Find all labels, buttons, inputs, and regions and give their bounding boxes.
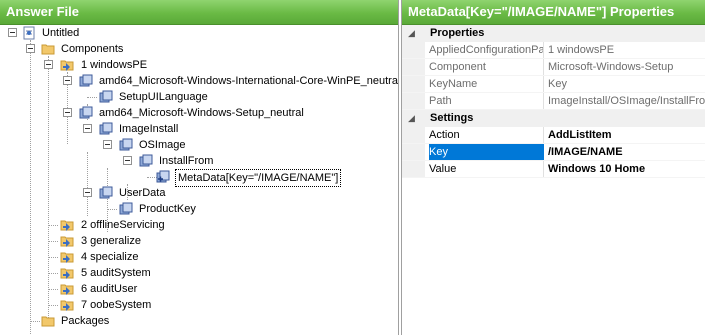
property-value[interactable]: AddListItem	[548, 127, 705, 143]
pass-folder-icon	[60, 220, 74, 231]
properties-pane: MetaData[Key="/IMAGE/NAME"] Properties ◢…	[401, 0, 705, 335]
property-row[interactable]: Path ImageInstall/OSImage/InstallFrom	[402, 93, 705, 110]
tree-node-label: SetupUILanguage	[119, 91, 208, 103]
property-row[interactable]: Component Microsoft-Windows-Setup	[402, 59, 705, 76]
answer-file-title: Answer File	[0, 0, 398, 25]
tree-node-label: InstallFrom	[159, 155, 214, 167]
pass-folder-icon	[60, 252, 74, 263]
property-row-action[interactable]: Action AddListItem	[402, 127, 705, 144]
property-key: Key	[429, 144, 544, 160]
pass-folder-icon	[60, 60, 74, 71]
tree-node-label: UserData	[119, 187, 166, 199]
setting-icon	[139, 154, 153, 167]
setting-icon	[119, 202, 133, 215]
category-properties[interactable]: ◢ Properties	[402, 25, 705, 42]
category-settings[interactable]: ◢ Settings	[402, 110, 705, 127]
row-gutter	[402, 161, 425, 177]
pass-folder-icon	[60, 300, 74, 311]
tree-node-label: 2 offlineServicing	[81, 219, 165, 231]
tree-line	[48, 225, 58, 226]
row-gutter	[402, 144, 425, 160]
collapse-triangle-icon[interactable]: ◢	[408, 110, 415, 126]
property-key: AppliedConfigurationPass	[429, 42, 544, 58]
tree-line	[48, 257, 58, 258]
tree-line	[48, 305, 58, 306]
property-value: Key	[548, 78, 567, 90]
row-gutter	[402, 127, 425, 143]
property-value[interactable]: Windows 10 Home	[548, 161, 705, 177]
tree-line	[107, 209, 117, 210]
collapse-icon[interactable]	[83, 124, 92, 133]
property-row-key[interactable]: Key /IMAGE/NAME	[402, 144, 705, 161]
tree-node-label: ImageInstall	[119, 123, 179, 135]
tree-node-label: Untitled	[42, 27, 80, 39]
row-gutter	[402, 76, 425, 92]
collapse-icon[interactable]	[123, 156, 132, 165]
setting-icon	[99, 186, 113, 199]
tree-node-label: 3 generalize	[81, 235, 141, 247]
property-value: 1 windowsPE	[548, 44, 615, 56]
property-key: Component	[429, 59, 544, 75]
property-key: KeyName	[429, 76, 544, 92]
tree-line	[48, 273, 58, 274]
category-label: Properties	[430, 27, 485, 39]
tree-node-label: 5 auditSystem	[81, 267, 151, 279]
property-value: ImageInstall/OSImage/InstallFrom	[548, 95, 705, 107]
collapse-icon[interactable]	[63, 108, 72, 117]
tree-node-label: Components	[61, 43, 124, 55]
setting-icon	[99, 122, 113, 135]
row-gutter	[402, 93, 425, 109]
component-icon	[79, 74, 93, 87]
property-grid[interactable]: ◢ Properties AppliedConfigurationPass 1 …	[402, 25, 705, 178]
row-gutter	[402, 59, 425, 75]
tree-node-label: MetaData[Key="/IMAGE/NAME"]	[175, 169, 342, 187]
tree-line	[87, 97, 97, 98]
collapse-icon[interactable]	[26, 44, 35, 53]
properties-title: MetaData[Key="/IMAGE/NAME"] Properties	[402, 0, 705, 25]
property-value: Microsoft-Windows-Setup	[548, 61, 674, 73]
setting-icon	[119, 138, 133, 151]
tree-line	[87, 152, 88, 216]
tree-node-label: 4 specialize	[81, 251, 139, 263]
row-gutter	[402, 42, 425, 58]
component-icon	[79, 106, 93, 119]
tree-node-label: OSImage	[139, 139, 186, 151]
category-label: Settings	[430, 112, 474, 124]
property-key: Action	[429, 127, 544, 143]
collapse-icon[interactable]	[103, 140, 112, 149]
property-row[interactable]: KeyName Key	[402, 76, 705, 93]
tree-node-label: 7 oobeSystem	[81, 299, 152, 311]
collapse-icon[interactable]	[8, 28, 17, 37]
pass-folder-icon	[60, 284, 74, 295]
tree-node-label: amd64_Microsoft-Windows-International-Co…	[99, 75, 399, 87]
tree-line	[48, 289, 58, 290]
tree-line	[48, 56, 49, 320]
tree-node-label: 6 auditUser	[81, 283, 138, 295]
tree-node-label: Packages	[61, 315, 110, 327]
setting-icon	[99, 90, 113, 103]
property-value[interactable]: /IMAGE/NAME	[548, 144, 705, 160]
tree-node-label: ProductKey	[139, 203, 196, 215]
folder-icon	[41, 44, 55, 55]
tree-line	[30, 321, 40, 322]
property-key: Path	[429, 93, 544, 109]
pass-folder-icon	[60, 268, 74, 279]
property-row[interactable]: AppliedConfigurationPass 1 windowsPE	[402, 42, 705, 59]
folder-icon	[41, 316, 55, 327]
property-row-value[interactable]: Value Windows 10 Home	[402, 161, 705, 178]
tree-node-label: amd64_Microsoft-Windows-Setup_neutral	[99, 107, 304, 119]
answer-file-tree[interactable]: Untitled Components 1 windowsPE amd64_Mi…	[0, 25, 398, 335]
collapse-icon[interactable]	[44, 60, 53, 69]
answer-file-pane: Answer File Untitled Components 1 window…	[0, 0, 399, 335]
collapse-icon[interactable]	[83, 188, 92, 197]
collapse-triangle-icon[interactable]: ◢	[408, 25, 415, 41]
tree-line	[30, 40, 31, 335]
pass-folder-icon	[60, 236, 74, 247]
collapse-icon[interactable]	[63, 76, 72, 85]
tree-node-label: 1 windowsPE	[81, 59, 148, 71]
tree-line	[48, 241, 58, 242]
list-item-icon	[156, 170, 170, 183]
answer-file-icon	[23, 26, 35, 40]
property-key: Value	[429, 161, 544, 177]
